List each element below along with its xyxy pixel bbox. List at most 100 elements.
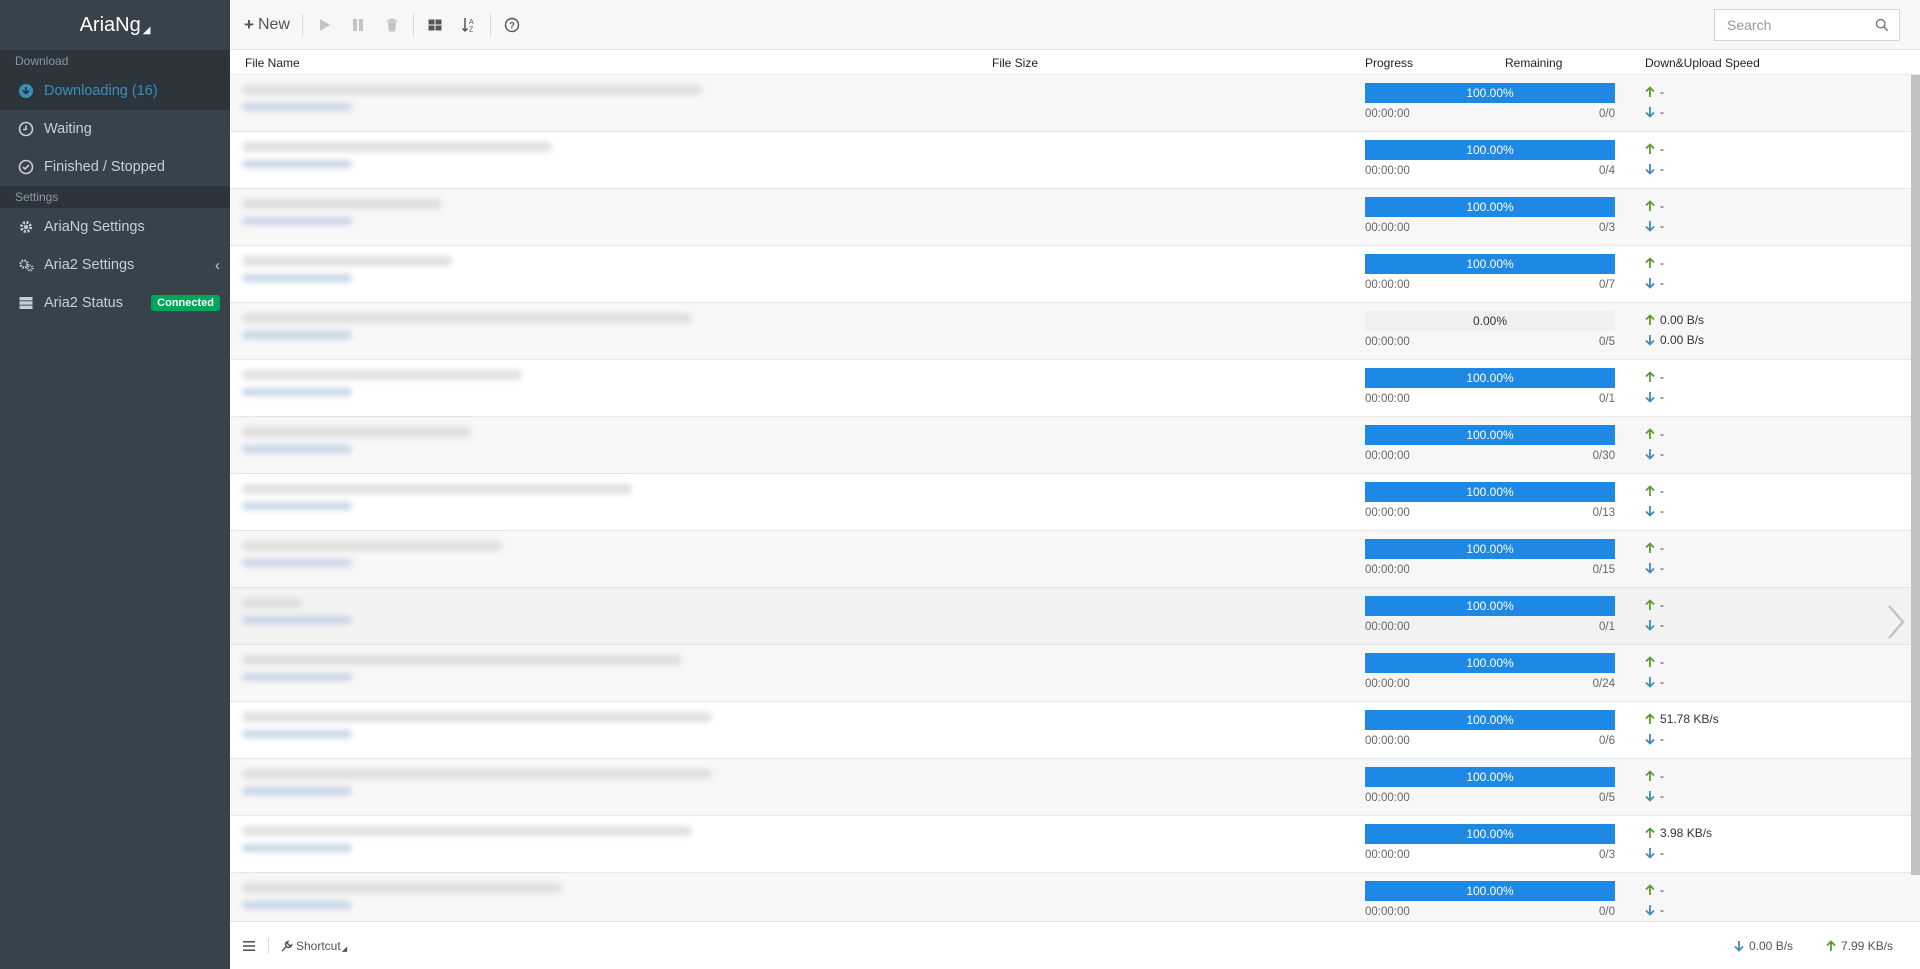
file-name-redacted[interactable]	[242, 370, 792, 408]
arrow-down-icon	[1645, 563, 1655, 574]
arrow-up-icon	[1645, 257, 1655, 268]
download-speed: 0.00 B/s	[1644, 333, 1704, 347]
table-row[interactable]: 100.00% 00:00:00 0/15 - -	[230, 531, 1920, 588]
table-row[interactable]: 100.00% 00:00:00 0/13 - -	[230, 474, 1920, 531]
brand-caret-icon: ◢	[142, 24, 151, 36]
menu-icon[interactable]	[242, 939, 256, 953]
table-row[interactable]: 100.00% 00:00:00 0/0 - -	[230, 75, 1920, 132]
search-icon[interactable]	[1875, 18, 1889, 32]
sidebar-item-label: Finished / Stopped	[44, 159, 165, 175]
sidebar-item-waiting[interactable]: Waiting	[0, 110, 230, 148]
help-button[interactable]: ?	[495, 10, 529, 40]
file-name-redacted[interactable]	[242, 883, 792, 921]
arrow-up-icon	[1826, 940, 1836, 951]
table-row[interactable]: 100.00% 00:00:00 0/30 - -	[230, 417, 1920, 474]
table-row[interactable]: 100.00% 00:00:00 0/24 - -	[230, 645, 1920, 702]
upload-speed: -	[1644, 256, 1664, 270]
remaining-time: 00:00:00	[1365, 849, 1410, 861]
table-row[interactable]: 100.00% 00:00:00 0/5 - -	[230, 759, 1920, 816]
remaining-time: 00:00:00	[1365, 165, 1410, 177]
upload-speed-value: -	[1660, 769, 1664, 783]
file-name-redacted[interactable]	[242, 427, 792, 465]
table-row[interactable]: 100.00% 00:00:00 0/3 - -	[230, 189, 1920, 246]
shortcut-caret-icon: ◢	[341, 945, 348, 953]
sidebar-item-aria2-status[interactable]: Aria2 Status Connected	[0, 284, 230, 322]
shortcut-button[interactable]: Shortcut ◢	[281, 939, 347, 953]
arrow-down-icon	[1645, 848, 1655, 859]
pause-button[interactable]	[341, 10, 375, 40]
table-row[interactable]: 100.00% 00:00:00 0/1 - -	[230, 360, 1920, 417]
table-row[interactable]: 100.00% 00:00:00 0/6 51.78 KB/s -	[230, 702, 1920, 759]
table-row[interactable]: 100.00% 00:00:00 0/1 - -	[230, 588, 1920, 645]
file-name-redacted[interactable]	[242, 826, 792, 864]
question-circle-icon: ?	[504, 17, 520, 32]
progress-bar: 100.00%	[1365, 254, 1615, 274]
file-name-redacted[interactable]	[242, 598, 792, 636]
trash-icon	[386, 18, 397, 31]
header-file-size[interactable]: File Size	[992, 56, 1038, 70]
scrollbar[interactable]	[1911, 75, 1920, 875]
file-name-redacted[interactable]	[242, 256, 792, 294]
table-row[interactable]: 100.00% 00:00:00 0/7 - -	[230, 246, 1920, 303]
progress-bar: 100.00%	[1365, 881, 1615, 901]
arrow-up-icon	[1645, 86, 1655, 97]
upload-speed: -	[1644, 598, 1664, 612]
file-name-redacted[interactable]	[242, 769, 792, 807]
download-speed-value: -	[1660, 276, 1664, 290]
search-input[interactable]	[1727, 17, 1867, 33]
file-name-redacted[interactable]	[242, 142, 792, 180]
delete-button[interactable]	[375, 10, 409, 40]
arrow-up-icon	[1645, 599, 1655, 610]
header-file-name[interactable]: File Name	[245, 56, 300, 70]
file-name-redacted[interactable]	[242, 484, 792, 522]
arrow-down-icon	[1645, 335, 1655, 346]
upload-speed-value: -	[1660, 655, 1664, 669]
blurred-file-meta	[242, 787, 352, 795]
footer-divider	[268, 937, 269, 954]
connections-count: 0/0	[1599, 906, 1615, 918]
table-row[interactable]: 100.00% 00:00:00 0/0 - -	[230, 873, 1920, 921]
task-rows: 100.00% 00:00:00 0/0 - - 100.00% 00:00:00 0/4 - -…	[230, 75, 1920, 921]
table-row[interactable]: 100.00% 00:00:00 0/4 - -	[230, 132, 1920, 189]
download-speed-value: -	[1660, 390, 1664, 404]
start-button[interactable]	[307, 10, 341, 40]
sidebar-item-finished-stopped[interactable]: Finished / Stopped	[0, 148, 230, 186]
header-progress[interactable]: Progress	[1365, 56, 1413, 70]
download-speed: -	[1644, 789, 1664, 803]
sidebar-item-aria2-settings[interactable]: Aria2 Settings ‹	[0, 246, 230, 284]
arrow-up-icon	[1645, 770, 1655, 781]
file-name-redacted[interactable]	[242, 199, 792, 237]
new-task-button[interactable]: + New	[244, 10, 298, 40]
plus-icon: +	[244, 14, 254, 34]
sort-button[interactable]: AZ	[452, 10, 486, 40]
global-upload-value: 7.99 KB/s	[1841, 939, 1894, 953]
sidebar-item-label: Aria2 Status	[44, 295, 123, 311]
download-speed-value: -	[1660, 846, 1664, 860]
connections-count: 0/30	[1592, 450, 1615, 462]
chevron-left-icon[interactable]: ‹	[215, 257, 220, 274]
arrow-down-icon	[1645, 905, 1655, 916]
app-brand[interactable]: AriaNg ◢	[0, 0, 230, 50]
table-row[interactable]: 100.00% 00:00:00 0/3 3.98 KB/s -	[230, 816, 1920, 873]
file-name-redacted[interactable]	[242, 313, 792, 351]
table-row[interactable]: 0.00% 00:00:00 0/5 0.00 B/s 0.00 B/s	[230, 303, 1920, 360]
progress-bar: 100.00%	[1365, 83, 1615, 103]
arrow-up-icon	[1645, 314, 1655, 325]
blurred-file-name	[242, 142, 552, 152]
header-speed[interactable]: Down&Upload Speed	[1645, 56, 1760, 70]
file-name-redacted[interactable]	[242, 655, 792, 693]
file-name-redacted[interactable]	[242, 712, 792, 750]
arrow-down-icon	[1645, 107, 1655, 118]
header-remaining[interactable]: Remaining	[1505, 56, 1562, 70]
blurred-file-name	[242, 769, 712, 779]
sidebar-item-ariang-settings[interactable]: AriaNg Settings	[0, 208, 230, 246]
file-name-redacted[interactable]	[242, 85, 792, 123]
download-speed: -	[1644, 903, 1664, 917]
chevron-right-icon[interactable]	[1884, 602, 1908, 642]
file-name-redacted[interactable]	[242, 541, 792, 579]
sidebar-item-downloading[interactable]: Downloading (16)	[0, 72, 230, 110]
blurred-file-name	[242, 427, 472, 437]
upload-speed: 51.78 KB/s	[1644, 712, 1719, 726]
remaining-time: 00:00:00	[1365, 279, 1410, 291]
display-mode-button[interactable]	[418, 10, 452, 40]
